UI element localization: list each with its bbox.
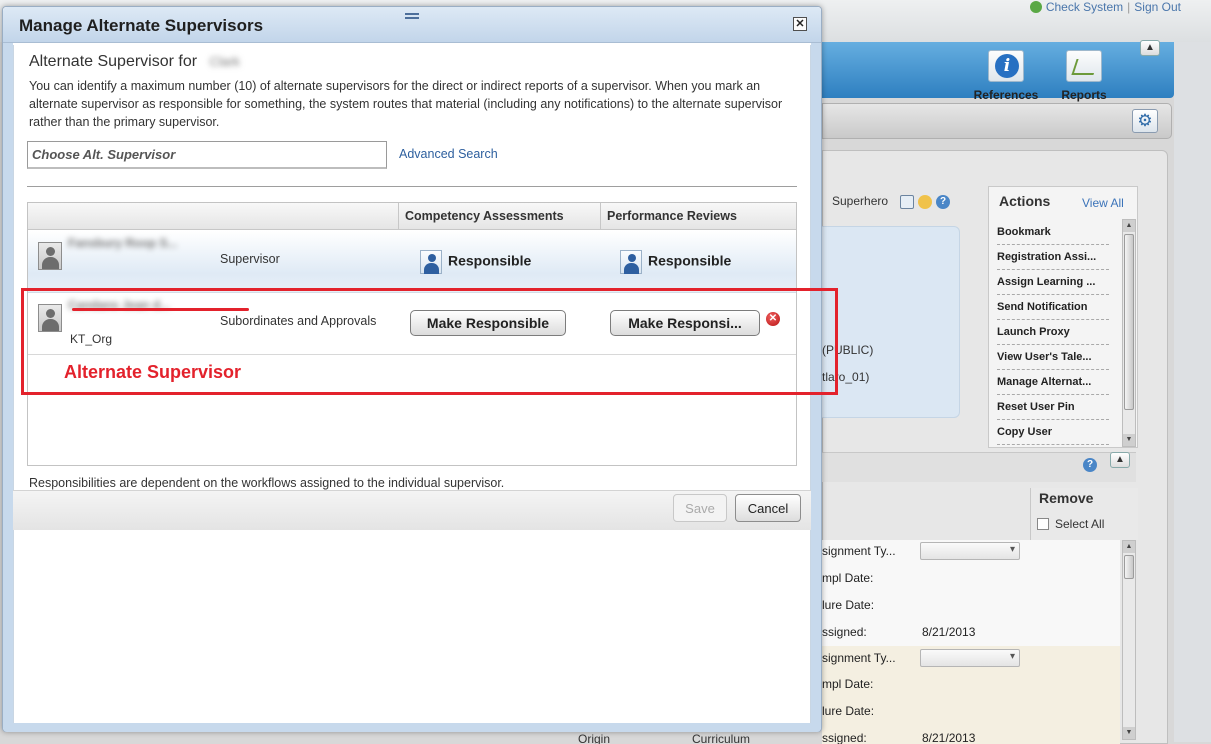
sign-out-link[interactable]: Sign Out (1134, 0, 1181, 14)
superhero-section: Superhero ? (PUBLIC) tlaro_01) (822, 186, 982, 422)
toolbar (822, 103, 1172, 139)
ribbon-collapse-button[interactable]: ▲ (1140, 40, 1160, 56)
select-all-checkbox[interactable]: Select All (1037, 517, 1104, 531)
supervisor-name: Fansbury Roop S... (68, 236, 178, 250)
detail-area: signment Ty... mpl Date: lure Date: ssig… (822, 540, 1120, 744)
reports-chart-icon (1066, 50, 1102, 82)
detail-label: mpl Date: (822, 571, 874, 585)
check-icon (1029, 1, 1042, 13)
supervisor-name: Clark (209, 54, 240, 69)
assignment-type-dropdown[interactable] (920, 649, 1020, 667)
action-registration-assistant[interactable]: Registration Assi... (997, 245, 1109, 270)
advanced-search-link[interactable]: Advanced Search (399, 147, 498, 161)
cancel-button[interactable]: Cancel (735, 494, 801, 522)
info-icon (988, 50, 1024, 82)
superhero-icons: ? (900, 194, 954, 209)
link-separator: | (1127, 0, 1131, 14)
scroll-thumb[interactable] (1124, 555, 1134, 579)
actions-panel: Actions View All Bookmark Registration A… (988, 186, 1138, 448)
column-competency-assessments: Competency Assessments (398, 203, 600, 230)
details-scrollbar[interactable]: ▲ ▼ (1122, 540, 1136, 740)
checkbox-icon[interactable] (1037, 518, 1049, 530)
action-send-notification[interactable]: Send Notification (997, 295, 1109, 320)
table-row: Fansbury Roop S... Supervisor Responsibl… (28, 231, 796, 293)
references-label: References (973, 88, 1039, 102)
dialog-border-bottom (3, 723, 821, 732)
dialog-button-bar: Save Cancel (13, 490, 811, 530)
superhero-label: Superhero (832, 194, 889, 208)
table-header: Competency Assessments Performance Revie… (28, 203, 796, 230)
divider (27, 186, 797, 187)
alternate-supervisor-for-label: Alternate Supervisor for (29, 53, 198, 70)
detail-label: ssigned: (822, 731, 867, 744)
view-all-link[interactable]: View All (1082, 196, 1124, 210)
curriculum-header: Curriculum (692, 732, 751, 744)
annotation-underline (72, 308, 249, 311)
lower-collapse-button[interactable]: ▲ (1110, 452, 1130, 468)
list-icon[interactable] (900, 194, 914, 209)
competency-responsible-label: Responsible (448, 252, 532, 269)
reports-label: Reports (1061, 88, 1107, 102)
action-copy-user[interactable]: Copy User (997, 420, 1109, 445)
drag-handle-icon[interactable] (405, 13, 419, 19)
save-button[interactable]: Save (673, 494, 727, 522)
choose-alt-supervisor-input[interactable] (27, 141, 387, 169)
help-icon[interactable]: ? (936, 194, 950, 209)
top-links: Check System | Sign Out (1029, 0, 1181, 14)
dialog-title: Manage Alternate Supervisors (19, 16, 264, 35)
origin-header: Origin (578, 732, 611, 744)
remove-title: Remove (1039, 490, 1094, 506)
responsibilities-note: Responsibilities are dependent on the wo… (29, 476, 505, 490)
ribbon-margin (1174, 42, 1211, 742)
help-icon[interactable]: ? (1083, 458, 1097, 472)
competency-responsible: Responsible (420, 250, 531, 274)
performance-responsible: Responsible (620, 250, 731, 274)
select-all-label: Select All (1055, 517, 1105, 531)
references-button[interactable]: References (971, 50, 1041, 102)
action-assign-learning[interactable]: Assign Learning ... (997, 270, 1109, 295)
annotation-label: Alternate Supervisor (64, 362, 242, 382)
actions-scrollbar[interactable]: ▲ ▼ (1122, 219, 1136, 447)
person-icon (420, 250, 442, 274)
scroll-down-icon[interactable]: ▼ (1123, 727, 1135, 739)
avatar (38, 242, 62, 270)
action-manage-alternate[interactable]: Manage Alternat... (997, 370, 1109, 395)
scroll-up-icon[interactable]: ▲ (1123, 541, 1135, 553)
reports-button[interactable]: Reports (1049, 50, 1119, 102)
scroll-up-icon[interactable]: ▲ (1123, 220, 1135, 232)
performance-responsible-label: Responsible (648, 252, 732, 269)
detail-value: 8/21/2013 (922, 625, 976, 639)
detail-label: signment Ty... (822, 544, 896, 558)
assignment-type-dropdown[interactable] (920, 542, 1020, 560)
close-icon[interactable]: ✕ (793, 17, 807, 31)
detail-label: mpl Date: (822, 677, 874, 691)
scroll-thumb[interactable] (1124, 234, 1134, 410)
remove-column: Remove Select All (1030, 488, 1138, 540)
detail-label: lure Date: (822, 704, 875, 718)
alternate-supervisor-for-heading: Alternate Supervisor for Clark (29, 53, 240, 71)
detail-label: ssigned: (822, 625, 867, 639)
gear-icon[interactable]: ⚙ (1132, 109, 1158, 133)
action-launch-proxy[interactable]: Launch Proxy (997, 320, 1109, 345)
actions-list: Bookmark Registration Assi... Assign Lea… (997, 220, 1109, 445)
dialog-border-left (3, 43, 13, 723)
chat-icon[interactable] (918, 194, 932, 209)
action-reset-user-pin[interactable]: Reset User Pin (997, 395, 1109, 420)
detail-label: signment Ty... (822, 651, 896, 665)
actions-title: Actions (999, 193, 1051, 209)
action-bookmark[interactable]: Bookmark (997, 220, 1109, 245)
intro-text: You can identify a maximum number (10) o… (29, 79, 783, 129)
dialog-titlebar[interactable]: Manage Alternate Supervisors ✕ (3, 7, 821, 43)
superhero-box: (PUBLIC) tlaro_01) (822, 226, 960, 418)
column-performance-reviews: Performance Reviews (600, 203, 796, 230)
scroll-down-icon[interactable]: ▼ (1123, 434, 1135, 446)
person-icon (620, 250, 642, 274)
detail-label: lure Date: (822, 598, 875, 612)
check-system-link[interactable]: Check System (1046, 0, 1123, 14)
detail-value: 8/21/2013 (922, 731, 976, 744)
supervisor-role: Supervisor (220, 252, 280, 266)
action-view-users-talent[interactable]: View User's Tale... (997, 345, 1109, 370)
